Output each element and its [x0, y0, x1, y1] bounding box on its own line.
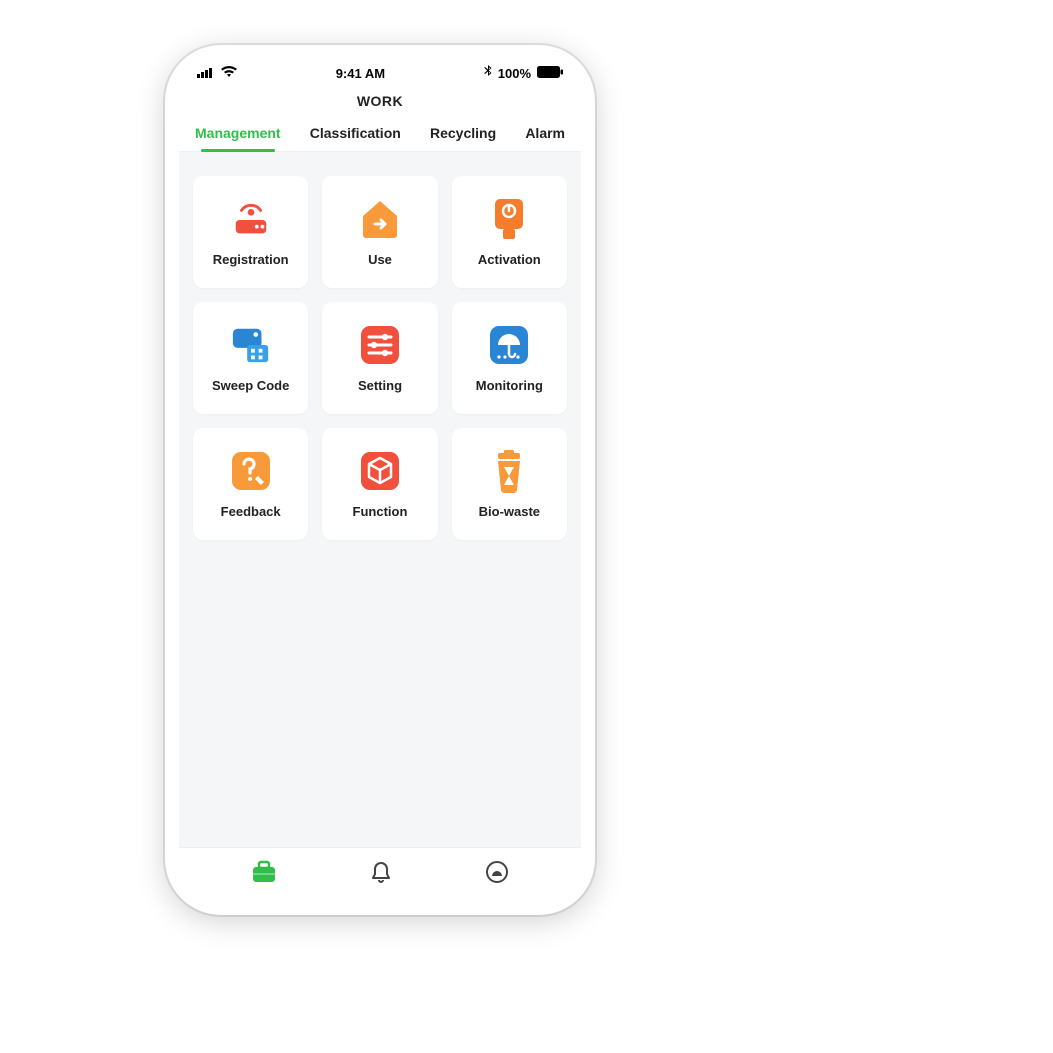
tile-setting[interactable]: Setting — [322, 302, 437, 414]
content-area: Registration Use — [179, 152, 581, 847]
tile-label: Function — [353, 504, 408, 519]
cube-icon — [359, 450, 401, 492]
tile-registration[interactable]: Registration — [193, 176, 308, 288]
wifi-icon — [221, 66, 237, 81]
status-bar: 9:41 AM 100% — [179, 59, 581, 87]
tile-label: Sweep Code — [212, 378, 289, 393]
bluetooth-icon — [484, 65, 492, 81]
bottom-nav — [179, 847, 581, 901]
tile-label: Activation — [478, 252, 541, 267]
trash-hourglass-icon — [488, 450, 530, 492]
printer-icon — [230, 324, 272, 366]
tile-label: Registration — [213, 252, 289, 267]
battery-icon — [537, 66, 563, 81]
tile-grid: Registration Use — [193, 176, 567, 540]
tile-label: Use — [368, 252, 392, 267]
question-edit-icon — [230, 450, 272, 492]
tab-alarm[interactable]: Alarm — [523, 119, 567, 151]
profile-circle-icon — [485, 871, 509, 888]
status-left — [197, 66, 237, 81]
phone-frame: 9:41 AM 100% WORK Management Classificat… — [165, 45, 595, 915]
briefcase-icon — [251, 871, 277, 888]
tile-activation[interactable]: Activation — [452, 176, 567, 288]
tile-bio-waste[interactable]: Bio-waste — [452, 428, 567, 540]
status-right: 100% — [484, 65, 563, 81]
bell-icon — [369, 871, 393, 888]
umbrella-icon — [488, 324, 530, 366]
tile-monitoring[interactable]: Monitoring — [452, 302, 567, 414]
nav-profile[interactable] — [485, 860, 509, 889]
router-icon — [230, 198, 272, 240]
tile-label: Monitoring — [476, 378, 543, 393]
tab-recycling[interactable]: Recycling — [428, 119, 498, 151]
tab-management[interactable]: Management — [193, 119, 283, 151]
home-arrow-icon — [359, 198, 401, 240]
screen: 9:41 AM 100% WORK Management Classificat… — [179, 59, 581, 901]
tile-label: Feedback — [221, 504, 281, 519]
tile-function[interactable]: Function — [322, 428, 437, 540]
page-title: WORK — [179, 87, 581, 119]
signal-icon — [197, 66, 215, 81]
status-time: 9:41 AM — [336, 66, 385, 81]
tabs: Management Classification Recycling Alar… — [179, 119, 581, 152]
tile-use[interactable]: Use — [322, 176, 437, 288]
tab-classification[interactable]: Classification — [308, 119, 403, 151]
nav-notifications[interactable] — [369, 860, 393, 889]
tile-feedback[interactable]: Feedback — [193, 428, 308, 540]
nav-work[interactable] — [251, 860, 277, 889]
lamp-icon — [488, 198, 530, 240]
tile-label: Bio-waste — [479, 504, 540, 519]
tile-label: Setting — [358, 378, 402, 393]
tile-sweep-code[interactable]: Sweep Code — [193, 302, 308, 414]
sliders-icon — [359, 324, 401, 366]
battery-percent: 100% — [498, 66, 531, 81]
